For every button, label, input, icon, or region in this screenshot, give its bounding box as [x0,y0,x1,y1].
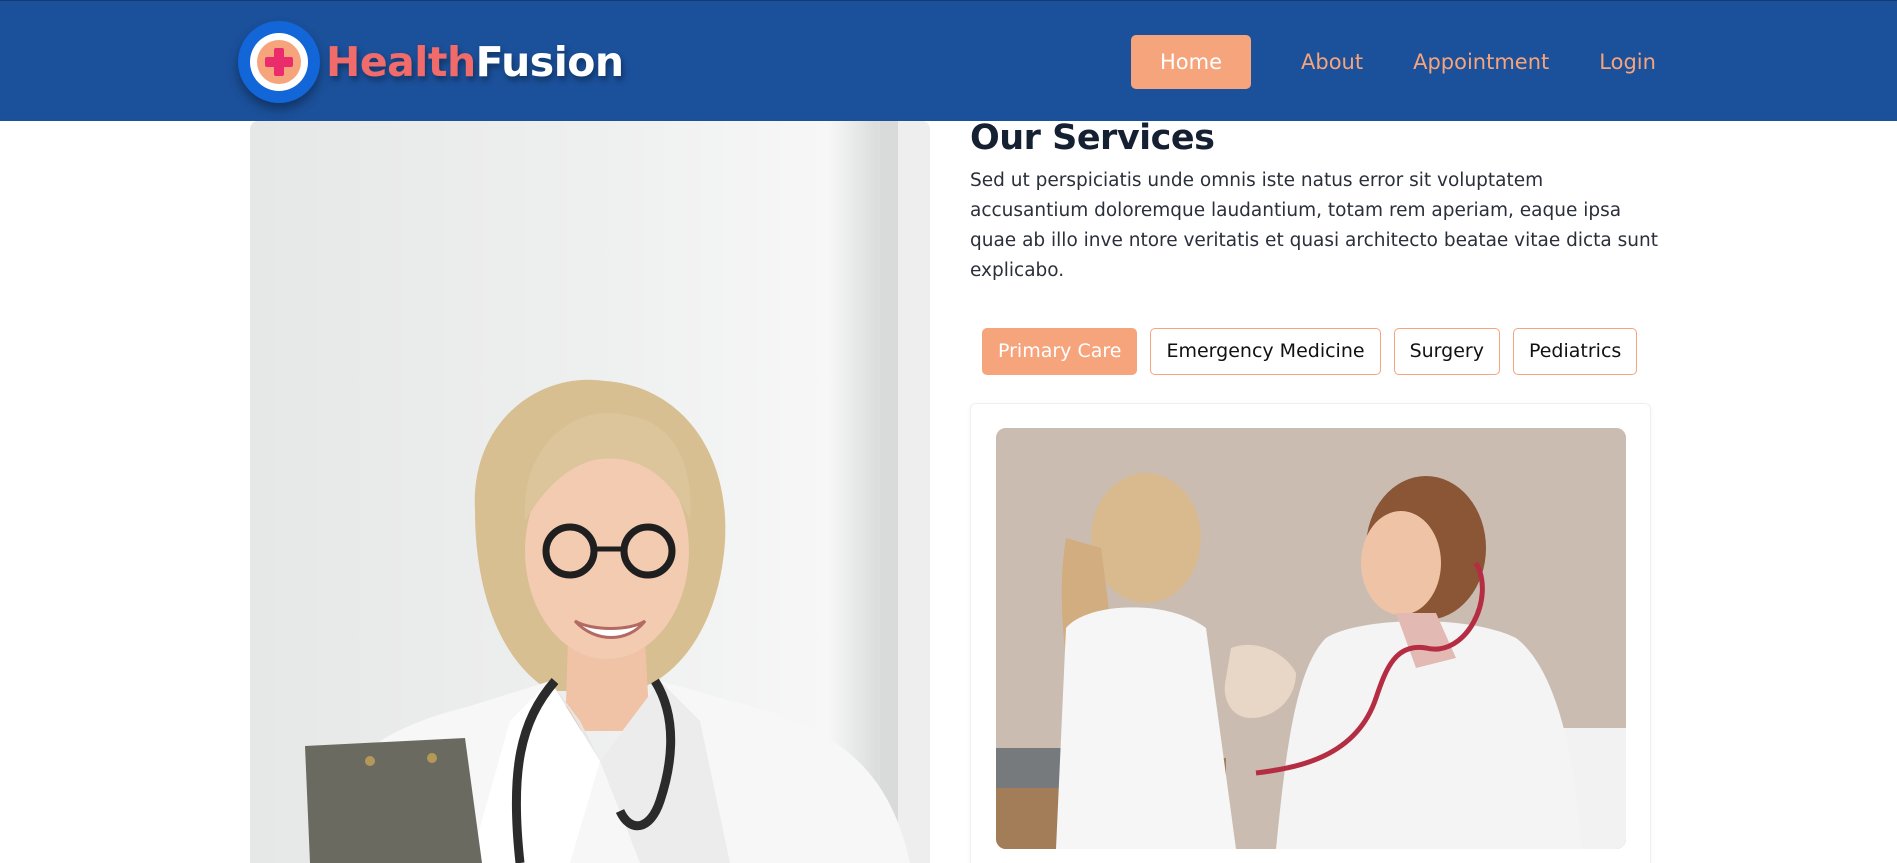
services-tabs: Primary Care Emergency Medicine Surgery … [982,328,1650,375]
site-header: HealthFusion Home About Appointment Logi… [0,0,1897,121]
services-title: Our Services [970,118,1215,158]
brand-name: HealthFusion [326,38,624,86]
nav-login[interactable]: Login [1599,38,1656,86]
doctor-illustration [305,121,930,863]
brand-logo[interactable]: HealthFusion [238,21,624,103]
brand-name-part1: Health [326,38,476,86]
tab-pediatrics[interactable]: Pediatrics [1512,328,1638,375]
service-image [996,428,1626,849]
doctor-hero-image [250,121,930,863]
nav-about[interactable]: About [1301,38,1363,86]
tab-emergency-medicine[interactable]: Emergency Medicine [1150,328,1381,375]
service-card [970,403,1651,863]
medical-cross-icon [238,21,320,103]
main-nav: Home About Appointment Login [1131,35,1656,89]
services-description: Sed ut perspiciatis unde omnis iste natu… [970,170,1658,281]
brand-name-part2: Fusion [475,38,624,86]
nav-appointment[interactable]: Appointment [1413,38,1549,86]
tab-surgery[interactable]: Surgery [1393,328,1500,375]
pediatric-checkup-illustration [996,428,1626,849]
nav-home[interactable]: Home [1131,35,1251,89]
tab-primary-care[interactable]: Primary Care [982,328,1138,375]
